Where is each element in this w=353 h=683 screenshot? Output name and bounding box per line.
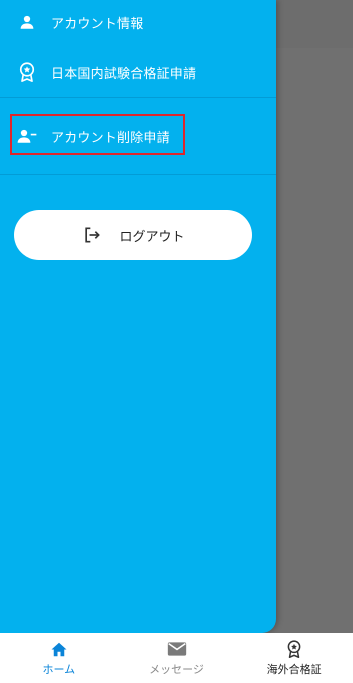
logout-label: ログアウト: [119, 229, 185, 245]
certificate-badge-icon: [283, 639, 305, 659]
logout-icon: [81, 224, 103, 246]
divider: [0, 97, 276, 98]
nav-tab-messages[interactable]: メッセージ: [118, 633, 236, 683]
certificate-badge-icon: [16, 61, 38, 83]
drawer-item-account-info[interactable]: アカウント情報: [0, 8, 276, 36]
nav-tab-overseas-certificate[interactable]: 海外合格証: [235, 633, 353, 683]
divider: [0, 174, 276, 175]
nav-tab-label: ホーム: [42, 663, 76, 676]
nav-tab-label: メッセージ: [149, 663, 204, 676]
mail-icon: [166, 639, 188, 659]
drawer-item-domestic-certificate[interactable]: 日本国内試験合格証申請: [0, 58, 276, 86]
nav-tab-label: 海外合格証: [266, 663, 322, 676]
bottom-navigation-bar: ホーム メッセージ 海外合格証: [0, 633, 353, 683]
drawer-item-label: アカウント情報: [51, 16, 144, 32]
drawer-item-label: 日本国内試験合格証申請: [51, 66, 197, 82]
home-icon: [48, 639, 70, 659]
navigation-drawer: アカウント情報 日本国内試験合格証申請 アカウント削除申請 ログアウト: [0, 0, 276, 633]
person-icon: [16, 11, 38, 33]
nav-tab-home[interactable]: ホーム: [0, 633, 118, 683]
highlight-annotation-box: [10, 114, 185, 155]
logout-button[interactable]: ログアウト: [14, 210, 252, 260]
